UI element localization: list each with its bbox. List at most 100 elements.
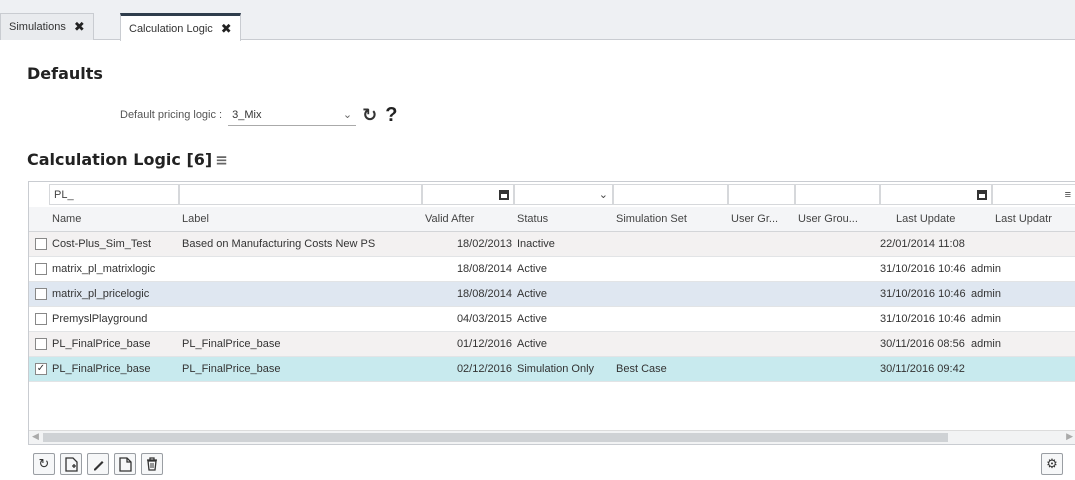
table-row[interactable]: matrix_pl_pricelogic 18/08/2014 Active 3…	[29, 282, 1075, 307]
row-checkbox[interactable]	[35, 313, 47, 325]
cell-name: PL_FinalPrice_base	[52, 338, 151, 350]
trash-icon	[147, 457, 157, 471]
cell-status: Active	[517, 338, 547, 350]
cell-name: PremyslPlayground	[52, 313, 148, 325]
simulation-set-filter-input[interactable]	[613, 184, 728, 205]
last-update-by-filter-input[interactable]: ≡	[992, 184, 1075, 205]
name-filter-value: PL_	[54, 188, 74, 201]
cell-simulation-set	[613, 307, 728, 331]
cell-simulation-set	[613, 257, 728, 281]
refresh-button[interactable]: ↻	[33, 453, 55, 475]
column-header-label[interactable]: Label	[179, 207, 422, 231]
cell-valid-after: 18/02/2013	[456, 238, 512, 250]
tab-simulations[interactable]: Simulations ✖	[0, 13, 94, 40]
copy-button[interactable]	[114, 453, 136, 475]
horizontal-scrollbar[interactable]: ◀ ▶	[29, 430, 1075, 444]
row-checkbox[interactable]	[35, 238, 47, 250]
column-header-user-group-2[interactable]: User Grou...	[795, 207, 880, 231]
calendar-icon[interactable]	[977, 189, 987, 200]
close-icon[interactable]: ✖	[221, 21, 232, 37]
cell-simulation-set	[613, 282, 728, 306]
row-checkbox[interactable]	[35, 338, 47, 350]
user-group-2-filter-input[interactable]	[795, 184, 880, 205]
new-button[interactable]	[60, 453, 82, 475]
grid-toolbar: ↻	[33, 453, 163, 475]
cell-valid-after: 18/08/2014	[456, 263, 512, 275]
cell-label	[179, 257, 422, 281]
default-pricing-value: 3_Mix	[232, 108, 262, 121]
default-pricing-select[interactable]: 3_Mix ⌄	[228, 104, 357, 126]
cell-name: matrix_pl_matrixlogic	[52, 263, 156, 275]
table-row[interactable]: PremyslPlayground 04/03/2015 Active 31/1…	[29, 307, 1075, 332]
column-header-last-update-by[interactable]: Last Updatr	[992, 207, 1075, 231]
cell-name: PL_FinalPrice_base	[52, 363, 151, 375]
status-filter-select[interactable]: ⌄	[514, 184, 613, 205]
settings-button[interactable]: ⚙	[1041, 453, 1063, 475]
calendar-icon[interactable]	[499, 189, 509, 200]
row-checkbox[interactable]	[35, 288, 47, 300]
cell-label: Based on Manufacturing Costs New PS	[182, 238, 376, 250]
row-checkbox[interactable]: ✓	[35, 363, 47, 375]
edit-button[interactable]	[87, 453, 109, 475]
grid-filter-row: PL_ ⌄ ≡	[29, 182, 1075, 207]
cell-last-update-by: admin	[971, 288, 1001, 300]
refresh-icon[interactable]: ↻	[362, 105, 377, 126]
table-row[interactable]: PL_FinalPrice_base PL_FinalPrice_base 01…	[29, 332, 1075, 357]
defaults-title: Defaults	[27, 64, 103, 83]
cell-label: PL_FinalPrice_base	[182, 338, 281, 350]
close-icon[interactable]: ✖	[74, 19, 85, 35]
cell-simulation-set	[613, 332, 728, 356]
scrollbar-thumb[interactable]	[43, 433, 948, 442]
scroll-left-icon[interactable]: ◀	[32, 431, 39, 442]
column-header-last-update[interactable]: Last Update	[880, 207, 992, 231]
calculation-logic-title-row: Calculation Logic [6] ≡	[27, 150, 228, 169]
user-group-filter-input[interactable]	[728, 184, 795, 205]
cell-valid-after: 02/12/2016	[456, 363, 512, 375]
cell-status: Simulation Only	[517, 363, 595, 375]
valid-after-filter-input[interactable]	[422, 184, 514, 205]
cell-status: Inactive	[517, 238, 555, 250]
cell-last-update-by: admin	[971, 263, 1001, 275]
column-header-name[interactable]: Name	[49, 207, 179, 231]
row-checkbox[interactable]	[35, 263, 47, 275]
cell-last-update-by: admin	[971, 313, 1001, 325]
column-header-user-group[interactable]: User Gr...	[728, 207, 795, 231]
filter-icon[interactable]: ≡	[215, 151, 228, 169]
cell-last-update-by: admin	[971, 338, 1001, 350]
cell-valid-after: 01/12/2016	[456, 338, 512, 350]
table-row[interactable]: ✓ PL_FinalPrice_base PL_FinalPrice_base …	[29, 357, 1075, 382]
tab-calculation-logic[interactable]: Calculation Logic ✖	[120, 13, 241, 41]
label-filter-input[interactable]	[179, 184, 422, 205]
cell-valid-after: 04/03/2015	[456, 313, 512, 325]
copy-document-icon	[118, 456, 132, 472]
delete-button[interactable]	[141, 453, 163, 475]
filter-icon[interactable]: ≡	[1065, 189, 1071, 201]
cell-status: Active	[517, 288, 547, 300]
cell-simulation-set	[613, 232, 728, 256]
table-row[interactable]: matrix_pl_matrixlogic 18/08/2014 Active …	[29, 257, 1075, 282]
cell-last-update-by	[968, 357, 1075, 381]
scroll-right-icon[interactable]: ▶	[1066, 431, 1073, 442]
default-pricing-row: Default pricing logic : 3_Mix ⌄ ↻ ?	[120, 104, 397, 126]
cell-label	[179, 307, 422, 331]
cell-status: Active	[517, 313, 547, 325]
tab-bar: Simulations ✖ Calculation Logic ✖	[0, 0, 1075, 41]
name-filter-input[interactable]: PL_	[49, 184, 179, 205]
new-document-icon	[64, 456, 78, 472]
table-row[interactable]: Cost-Plus_Sim_Test Based on Manufacturin…	[29, 232, 1075, 257]
help-icon[interactable]: ?	[385, 104, 397, 127]
tab-label: Calculation Logic	[129, 22, 213, 35]
edit-pencil-icon	[93, 460, 103, 470]
calculation-logic-title: Calculation Logic [6]	[27, 150, 213, 169]
chevron-down-icon: ⌄	[342, 109, 353, 121]
grid-header-row: Name Label Valid After Status Simulation…	[29, 207, 1075, 232]
cell-label	[179, 282, 422, 306]
column-header-status[interactable]: Status	[514, 207, 613, 231]
cell-name: matrix_pl_pricelogic	[52, 288, 150, 300]
refresh-icon: ↻	[38, 456, 50, 471]
default-pricing-label: Default pricing logic :	[120, 109, 223, 121]
gear-icon: ⚙	[1046, 456, 1058, 471]
column-header-valid-after[interactable]: Valid After	[422, 207, 514, 231]
column-header-simulation-set[interactable]: Simulation Set	[613, 207, 728, 231]
last-update-filter-input[interactable]	[880, 184, 992, 205]
